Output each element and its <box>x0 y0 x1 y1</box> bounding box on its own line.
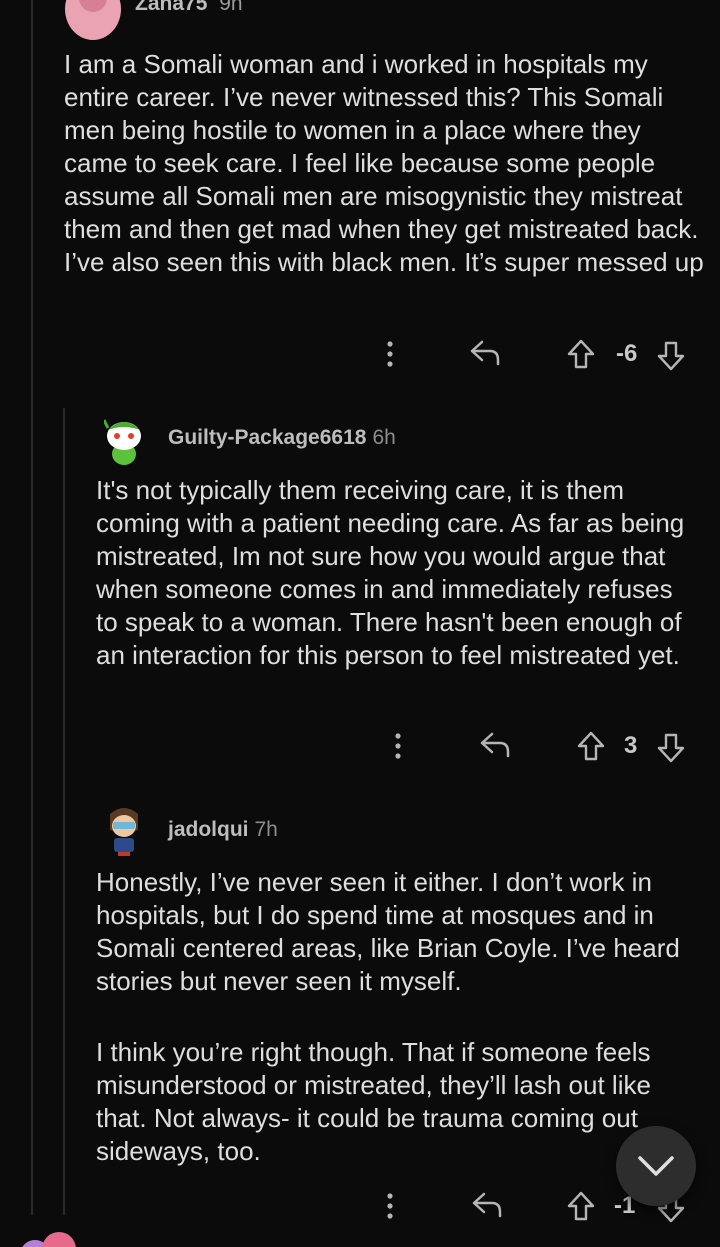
thread-line <box>31 0 33 1215</box>
comment-body: It's not typically them receiving care, … <box>96 475 685 670</box>
avatar[interactable] <box>102 414 144 466</box>
upvote-arrow-icon[interactable] <box>566 338 596 375</box>
comment-age: 7h <box>254 818 278 841</box>
more-vertical-icon[interactable] <box>380 336 400 377</box>
upvote-arrow-icon[interactable] <box>576 730 606 767</box>
comment-age: 6h <box>372 426 396 449</box>
comment-actions: 3 <box>388 728 700 768</box>
comment-body-paragraph: I think you’re right though. That if som… <box>96 1037 651 1166</box>
comment-actions: -6 <box>380 336 700 376</box>
vote-count: -6 <box>616 340 638 367</box>
reply-arrow-icon[interactable] <box>478 730 512 765</box>
username[interactable]: Guilty-Package6618 <box>168 426 366 449</box>
comment-body: I am a Somali woman and i worked in hosp… <box>64 49 704 277</box>
more-vertical-icon[interactable] <box>388 728 408 769</box>
thread-line-nested <box>63 408 65 1215</box>
vote-count: 3 <box>624 732 638 759</box>
comment-body-paragraph: Honestly, I’ve never seen it either. I d… <box>96 867 680 996</box>
upvote-arrow-icon[interactable] <box>566 1190 596 1227</box>
avatar[interactable] <box>65 0 121 40</box>
avatar[interactable] <box>20 1232 80 1247</box>
chevron-down-icon <box>638 1156 674 1176</box>
reply-arrow-icon[interactable] <box>470 1190 504 1225</box>
downvote-arrow-icon[interactable] <box>656 340 686 377</box>
comment-meta: Zana75 9h <box>135 0 243 16</box>
username[interactable]: jadolqui <box>168 818 249 841</box>
comment-age: 9h <box>219 0 243 15</box>
comment-meta: Guilty-Package6618 6h <box>168 426 396 450</box>
downvote-arrow-icon[interactable] <box>656 732 686 769</box>
comment-meta: jadolqui 7h <box>168 818 278 842</box>
scroll-down-button[interactable] <box>616 1126 696 1206</box>
more-vertical-icon[interactable] <box>380 1188 400 1229</box>
avatar[interactable] <box>104 804 144 856</box>
reply-arrow-icon[interactable] <box>468 338 502 373</box>
username[interactable]: Zana75 <box>135 0 207 15</box>
